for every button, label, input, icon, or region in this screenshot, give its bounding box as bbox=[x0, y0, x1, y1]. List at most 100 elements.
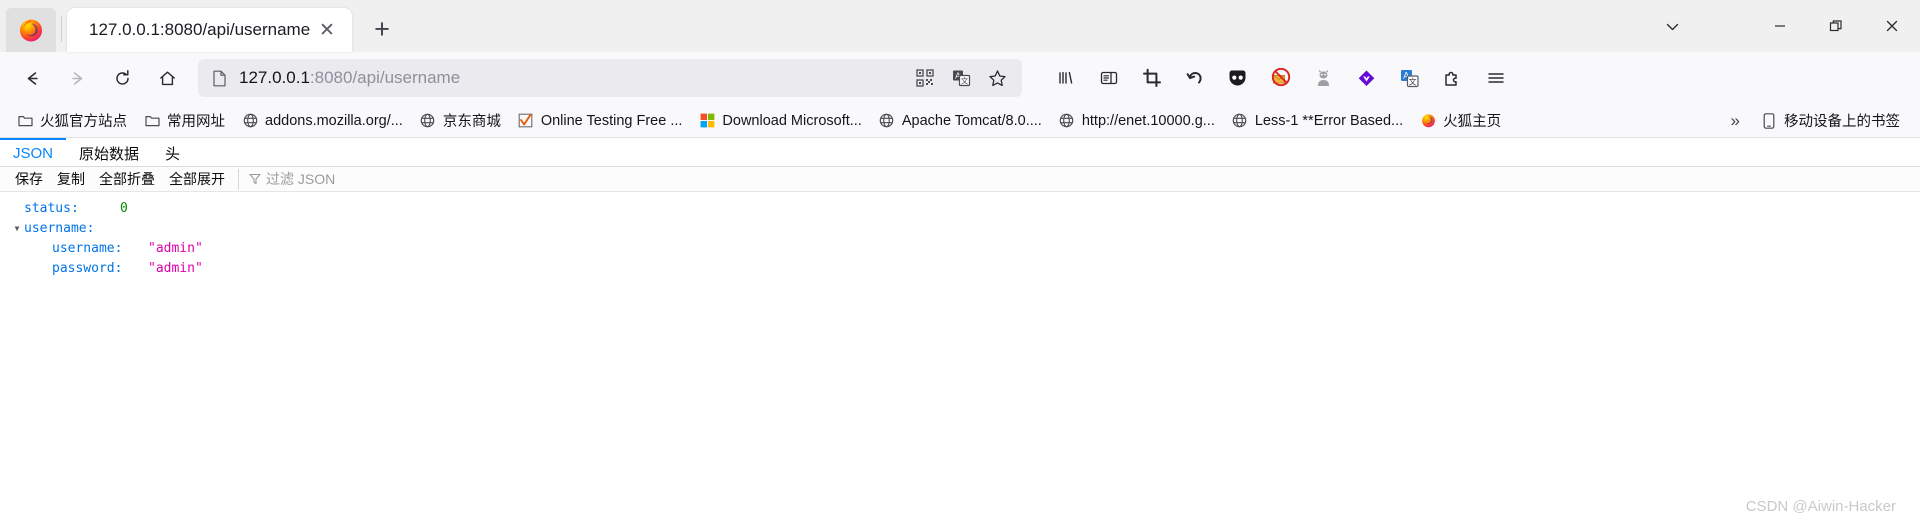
app-menu-icon[interactable] bbox=[1474, 59, 1517, 97]
tab-raw-data[interactable]: 原始数据 bbox=[66, 137, 152, 166]
json-key: username: bbox=[24, 220, 95, 236]
mobile-device-icon bbox=[1761, 112, 1777, 129]
list-all-tabs-button[interactable] bbox=[1644, 2, 1700, 50]
json-row-username-value[interactable]: username: "admin" bbox=[0, 238, 1920, 258]
bookmark-label: 火狐主页 bbox=[1443, 114, 1502, 130]
bookmark-item-addons-mozilla[interactable]: addons.mozilla.org/... bbox=[235, 108, 410, 134]
globe-icon bbox=[420, 113, 436, 129]
bookmark-label: Apache Tomcat/8.0.... bbox=[901, 112, 1042, 129]
close-window-button[interactable] bbox=[1864, 2, 1920, 50]
bookmark-label: 京东商城 bbox=[442, 114, 501, 130]
json-key: username: bbox=[52, 240, 123, 256]
restore-button[interactable] bbox=[1808, 2, 1864, 50]
globe-icon bbox=[1059, 113, 1075, 129]
svg-text:文: 文 bbox=[960, 75, 968, 85]
folder-icon bbox=[144, 113, 160, 129]
json-value-string: "admin" bbox=[148, 260, 203, 276]
expand-triangle-icon[interactable]: ▼ bbox=[10, 224, 24, 233]
bookmark-item-download-microsoft[interactable]: Download Microsoft... bbox=[692, 108, 868, 134]
bookmark-item-apache-tomcat[interactable]: Apache Tomcat/8.0.... bbox=[872, 108, 1049, 134]
adblock-icon[interactable] bbox=[1259, 59, 1302, 97]
globe-icon bbox=[1232, 113, 1248, 129]
bookmarks-overflow-chevron-icon[interactable]: » bbox=[1717, 111, 1754, 131]
tab-strip: 127.0.0.1:8080/api/username ✕ + bbox=[0, 0, 1920, 52]
restore-window-icon bbox=[1829, 20, 1842, 32]
watermark: CSDN @Aiwin-Hacker bbox=[1745, 498, 1896, 515]
json-content-panel: status: 0 ▼ username: username: "admin" … bbox=[0, 192, 1920, 278]
reload-icon bbox=[115, 69, 129, 85]
close-icon bbox=[1886, 20, 1898, 32]
browser-toolbar-right: A 文 bbox=[1044, 59, 1517, 97]
violentmonkey-icon[interactable] bbox=[1345, 59, 1388, 97]
undo-arrow-icon[interactable] bbox=[1173, 59, 1216, 97]
back-arrow-icon bbox=[27, 71, 38, 85]
svg-text:文: 文 bbox=[1409, 76, 1417, 86]
tab-json[interactable]: JSON bbox=[0, 137, 67, 166]
new-tab-button[interactable]: + bbox=[362, 9, 402, 49]
json-filter-placeholder: 过滤 JSON bbox=[266, 171, 336, 187]
forward-arrow-icon bbox=[71, 71, 82, 85]
bookmark-label: Download Microsoft... bbox=[722, 112, 862, 129]
translate-extension-icon[interactable]: A 文 bbox=[1388, 59, 1431, 97]
bookmark-item-online-testing[interactable]: Online Testing Free ... bbox=[511, 108, 690, 134]
bookmark-item-common-sites[interactable]: 常用网址 bbox=[137, 108, 232, 134]
copy-button[interactable]: 复制 bbox=[50, 167, 92, 192]
pocket-icon[interactable] bbox=[1216, 59, 1259, 97]
browser-tab-active[interactable]: 127.0.0.1:8080/api/username ✕ bbox=[67, 8, 352, 52]
window-controls bbox=[1644, 0, 1920, 52]
json-row-username-object[interactable]: ▼ username: bbox=[0, 218, 1920, 238]
json-row-password-value[interactable]: password: "admin" bbox=[0, 258, 1920, 278]
folder-icon bbox=[17, 113, 33, 129]
save-button[interactable]: 保存 bbox=[8, 167, 50, 192]
tab-headers[interactable]: 头 bbox=[152, 137, 193, 166]
collapse-all-button[interactable]: 全部折叠 bbox=[92, 167, 162, 192]
firefox-icon bbox=[1420, 113, 1436, 129]
back-button[interactable] bbox=[12, 59, 52, 97]
bookmark-label: 火狐官方站点 bbox=[40, 114, 127, 130]
page-document-icon bbox=[212, 70, 227, 87]
json-row-status[interactable]: status: 0 bbox=[0, 198, 1920, 218]
bookmark-item-firefox-official[interactable]: 火狐官方站点 bbox=[10, 108, 134, 134]
json-value-number: 0 bbox=[120, 200, 128, 216]
bookmark-item-mobile-bookmarks[interactable]: 移动设备上的书签 bbox=[1754, 108, 1907, 134]
json-key: status: bbox=[24, 200, 79, 216]
minimize-button[interactable] bbox=[1752, 2, 1808, 50]
navigation-toolbar: 127.0.0.1:8080/api/username A 文 A 文 bbox=[0, 52, 1920, 104]
qr-code-icon[interactable] bbox=[908, 62, 942, 94]
json-filter-input[interactable]: 过滤 JSON bbox=[238, 168, 336, 190]
json-value-string: "admin" bbox=[148, 240, 203, 256]
bookmark-label: Online Testing Free ... bbox=[540, 112, 683, 129]
bookmark-item-enet[interactable]: http://enet.10000.g... bbox=[1052, 108, 1222, 134]
tab-close-icon[interactable]: ✕ bbox=[314, 17, 340, 43]
bookmark-star-icon[interactable] bbox=[980, 62, 1014, 94]
privacy-badger-icon[interactable] bbox=[1302, 59, 1345, 97]
extensions-puzzle-icon[interactable] bbox=[1431, 59, 1474, 97]
address-bar[interactable]: 127.0.0.1:8080/api/username A 文 bbox=[198, 59, 1022, 97]
url-host: 127.0.0.1 bbox=[239, 68, 310, 87]
translate-icon[interactable]: A 文 bbox=[944, 62, 978, 94]
bookmark-label: http://enet.10000.g... bbox=[1081, 112, 1215, 129]
forward-button[interactable] bbox=[57, 59, 97, 97]
library-icon[interactable] bbox=[1044, 59, 1087, 97]
reload-button[interactable] bbox=[102, 59, 142, 97]
bookmark-label: Less-1 **Error Based... bbox=[1254, 112, 1404, 129]
chevron-down-icon bbox=[1666, 23, 1678, 30]
screenshot-crop-icon[interactable] bbox=[1130, 59, 1173, 97]
home-button[interactable] bbox=[147, 59, 187, 97]
url-path: :8080/api/username bbox=[309, 68, 461, 87]
bookmark-item-less1-error-based[interactable]: Less-1 **Error Based... bbox=[1225, 108, 1410, 134]
bookmark-label: 移动设备上的书签 bbox=[1784, 114, 1900, 130]
address-bar-text: 127.0.0.1:8080/api/username bbox=[239, 68, 906, 88]
firefox-app-button[interactable] bbox=[6, 8, 56, 52]
bookmark-item-firefox-home[interactable]: 火狐主页 bbox=[1413, 108, 1508, 134]
bookmark-label: addons.mozilla.org/... bbox=[265, 112, 403, 129]
sidebar-icon[interactable] bbox=[1087, 59, 1130, 97]
tab-title: 127.0.0.1:8080/api/username bbox=[89, 20, 311, 39]
globe-icon bbox=[879, 113, 895, 129]
bookmarks-toolbar: 火狐官方站点 常用网址 addons.mozilla.org/... 京东商城 … bbox=[0, 104, 1920, 138]
bookmark-item-jd[interactable]: 京东商城 bbox=[413, 108, 508, 134]
bookmarks-overflow-group: » 移动设备上的书签 bbox=[1717, 108, 1910, 134]
expand-all-button[interactable]: 全部展开 bbox=[162, 167, 232, 192]
browser-window: 127.0.0.1:8080/api/username ✕ + 127.0.0.… bbox=[0, 0, 1920, 527]
filter-funnel-icon bbox=[249, 173, 261, 185]
